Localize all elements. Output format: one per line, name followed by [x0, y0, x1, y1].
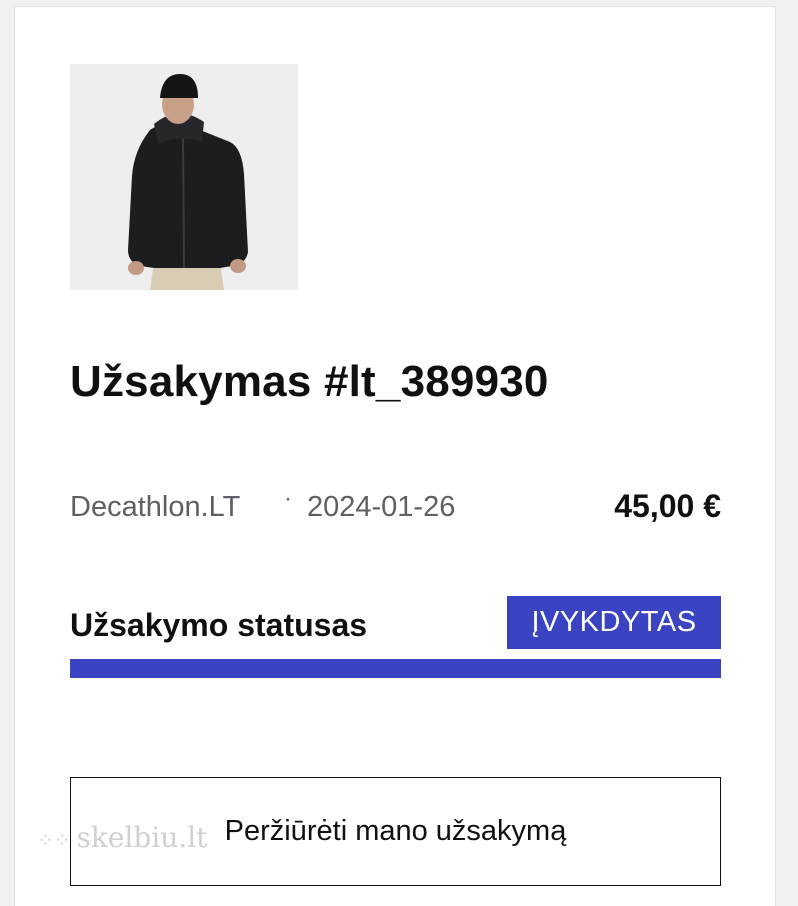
meta-separator: · — [284, 485, 292, 512]
jacket-photo-icon — [70, 64, 298, 290]
status-progress-bar — [70, 659, 721, 678]
order-title: Užsakymas #lt_389930 — [70, 357, 549, 406]
status-badge: ĮVYKDYTAS — [507, 596, 721, 649]
order-card: Užsakymas #lt_389930 Decathlon.LT · 2024… — [14, 6, 776, 906]
status-label: Užsakymo statusas — [70, 607, 368, 643]
order-meta-row: Decathlon.LT · 2024-01-26 45,00 € — [70, 485, 721, 529]
status-progress-fill — [70, 659, 721, 678]
view-order-button[interactable]: Peržiūrėti mano užsakymą — [70, 777, 721, 886]
watermark-logo-icon: ⁘⁘ — [37, 827, 71, 852]
order-total: 45,00 € — [614, 488, 721, 524]
seller-name: Decathlon.LT — [70, 491, 241, 523]
order-date: 2024-01-26 — [307, 491, 456, 523]
product-image[interactable] — [70, 64, 298, 290]
